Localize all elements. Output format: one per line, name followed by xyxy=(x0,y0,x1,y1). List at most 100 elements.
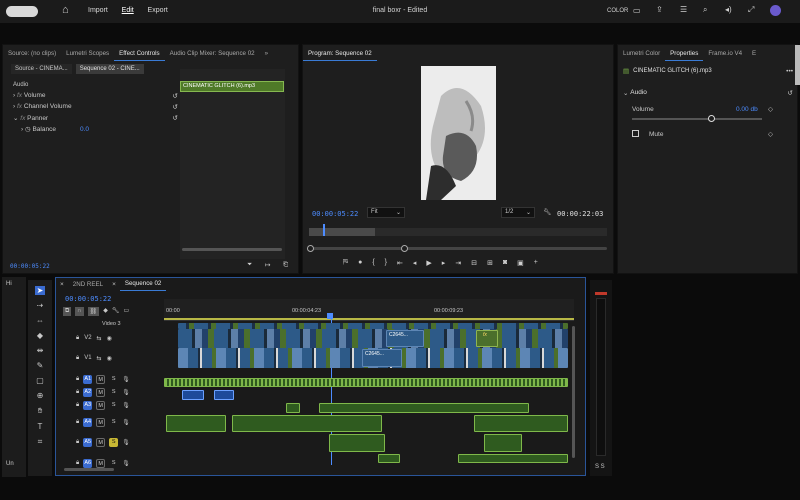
zoom-tool-icon[interactable]: ⊕ xyxy=(37,391,44,400)
selection-tool-icon[interactable]: ➤ xyxy=(34,286,46,295)
razor-icon[interactable]: ◆ xyxy=(37,331,43,340)
v2-clip-fx[interactable]: fx xyxy=(476,330,498,347)
track-target-a2[interactable]: A2 xyxy=(83,388,93,397)
v2-clips[interactable] xyxy=(178,329,568,348)
snap-icon[interactable]: ∩ xyxy=(75,307,84,316)
tab-effect-controls[interactable]: Effect Controls xyxy=(114,47,165,61)
vertical-scrollbar[interactable] xyxy=(572,326,575,458)
sync-icon[interactable]: ⇆ xyxy=(97,355,102,362)
solo-track-button[interactable]: S xyxy=(109,375,118,384)
extract-icon[interactable]: ⊞ xyxy=(487,259,493,267)
solo-track-button[interactable]: S xyxy=(109,401,118,410)
camera-icon[interactable]: ◙ xyxy=(503,259,507,267)
meter-label[interactable]: S S xyxy=(595,464,605,470)
reset-all-icon[interactable]: ⎗ xyxy=(283,261,288,269)
tab-properties[interactable]: Properties xyxy=(665,47,704,61)
volume-slider-handle[interactable] xyxy=(708,115,715,122)
a5-clip-2[interactable] xyxy=(484,434,522,452)
search-icon[interactable]: ⌕ xyxy=(703,5,707,15)
work-area-bar[interactable] xyxy=(164,318,574,320)
keyframe-icon[interactable]: ◇ xyxy=(768,105,773,113)
eye-icon[interactable]: ◉ xyxy=(107,355,112,362)
track-label-v2[interactable]: V2 xyxy=(84,335,91,342)
lock-icon[interactable]: 🔒︎ xyxy=(76,355,79,362)
timeline-playhead-head[interactable] xyxy=(327,313,333,319)
fit-dropdown[interactable]: Fit ⌄ xyxy=(367,207,405,218)
nest-icon[interactable]: ⧉ xyxy=(63,307,72,316)
a4-clip-3[interactable] xyxy=(474,415,568,432)
mic-icon[interactable]: 🎙︎ xyxy=(122,389,130,396)
share-icon[interactable]: ⇪ xyxy=(656,5,663,14)
track-target-a1[interactable]: A1 xyxy=(83,375,93,384)
more-options-icon[interactable]: ••• xyxy=(786,68,793,75)
timeline-timecode[interactable]: 00:00:05:22 xyxy=(65,295,111,303)
track-target-a5[interactable]: A5 xyxy=(83,438,93,447)
filter-icon[interactable]: ⏷ xyxy=(247,261,252,269)
lock-icon[interactable]: 🔒︎ xyxy=(76,460,79,467)
step-forward-icon[interactable]: ▸ xyxy=(442,259,446,267)
sync-icon[interactable]: ⇆ xyxy=(97,335,102,342)
avatar[interactable] xyxy=(770,5,781,16)
mute-track-button[interactable]: M xyxy=(96,388,106,397)
tab-sequence-02[interactable]: Sequence 02 xyxy=(119,277,167,291)
a6-clip-1[interactable] xyxy=(378,454,400,463)
playhead-marker[interactable] xyxy=(323,224,325,236)
properties-audio-header[interactable]: ⌄ Audio ↺ xyxy=(623,89,793,97)
history-label[interactable]: Hi xyxy=(2,277,26,287)
tab-audio-clip-mixer[interactable]: Audio Clip Mixer: Sequence 02 xyxy=(165,47,260,60)
rectangle-tool-icon[interactable]: ▢ xyxy=(36,376,44,385)
reset-icon[interactable]: ↺ xyxy=(173,92,178,100)
effect-timecode[interactable]: 00:00:05:22 xyxy=(10,263,50,270)
solo-track-button[interactable]: S xyxy=(109,459,118,468)
lock-icon[interactable]: 🔒︎ xyxy=(76,335,79,342)
speaker-icon[interactable]: ◂) xyxy=(725,5,732,14)
sub-tab-sequence[interactable]: Sequence 02 - CINE... xyxy=(75,64,144,74)
track-label-v1[interactable]: V1 xyxy=(84,355,91,362)
play-icon[interactable]: ▶ xyxy=(426,259,431,267)
program-timecode[interactable]: 00:00:05:22 xyxy=(312,210,358,218)
program-zoom-bar[interactable] xyxy=(307,245,607,252)
keyframe-icon[interactable]: ◇ xyxy=(768,130,773,138)
tab-2nd-reel[interactable]: 2ND REEL xyxy=(68,278,108,291)
go-to-in-icon[interactable]: ⇤ xyxy=(397,259,403,267)
add-marker-icon[interactable]: ⛿ xyxy=(343,259,348,267)
layout-icon[interactable]: ▭ xyxy=(633,6,641,15)
a2-clip-1[interactable] xyxy=(182,390,204,400)
v2-clip-c2645[interactable]: C2645... xyxy=(386,330,424,347)
solo-track-button[interactable]: S xyxy=(109,438,119,447)
mark-in-icon[interactable]: { xyxy=(372,259,374,267)
a5-clip[interactable] xyxy=(329,434,385,452)
close-icon[interactable]: × xyxy=(108,281,120,288)
list-icon[interactable]: ☰ xyxy=(680,5,687,14)
add-button-icon[interactable]: + xyxy=(534,259,538,267)
mark-out-icon[interactable]: } xyxy=(385,259,387,267)
reset-icon[interactable]: ↺ xyxy=(173,103,178,111)
a3-clip-2[interactable] xyxy=(319,403,529,413)
a2-clip-2[interactable] xyxy=(214,390,234,400)
track-target-a4[interactable]: A4 xyxy=(83,418,93,427)
a6-clip-2[interactable] xyxy=(458,454,568,463)
stopwatch-icon[interactable]: › ◷ xyxy=(21,125,32,133)
reset-icon[interactable]: ↺ xyxy=(788,89,793,97)
hand-tool-icon[interactable]: ✋︎ xyxy=(38,406,43,416)
track-target-a6[interactable]: A6 xyxy=(83,459,93,468)
captions-icon[interactable]: ▭ xyxy=(123,307,129,316)
lock-icon[interactable]: 🔒︎ xyxy=(76,389,79,396)
close-icon[interactable]: × xyxy=(56,281,68,288)
lift-icon[interactable]: ⊟ xyxy=(471,259,477,267)
tab-lumetri-color[interactable]: Lumetri Color xyxy=(618,47,665,60)
effect-scrollbar[interactable] xyxy=(182,248,282,251)
program-scrub-bar[interactable] xyxy=(309,224,607,236)
wrench-icon[interactable]: 🔧︎ xyxy=(543,208,551,216)
a1-clip[interactable] xyxy=(164,378,568,387)
mic-icon[interactable]: 🎙︎ xyxy=(122,402,130,409)
wrench-icon[interactable]: 🔧︎ xyxy=(112,307,120,316)
solo-track-button[interactable]: S xyxy=(109,418,118,427)
v1-clip-c2645[interactable]: C2645... xyxy=(362,349,402,367)
a4-clip-1[interactable] xyxy=(166,415,226,432)
eye-icon[interactable]: ◉ xyxy=(107,335,112,342)
balance-value[interactable]: 0.0 xyxy=(80,126,89,133)
mic-icon[interactable]: 🎙︎ xyxy=(122,439,130,446)
mute-track-button[interactable]: M xyxy=(96,418,106,427)
timeline-ruler[interactable]: 00:00 00:00:04:23 00:00:09:23 xyxy=(164,299,574,321)
